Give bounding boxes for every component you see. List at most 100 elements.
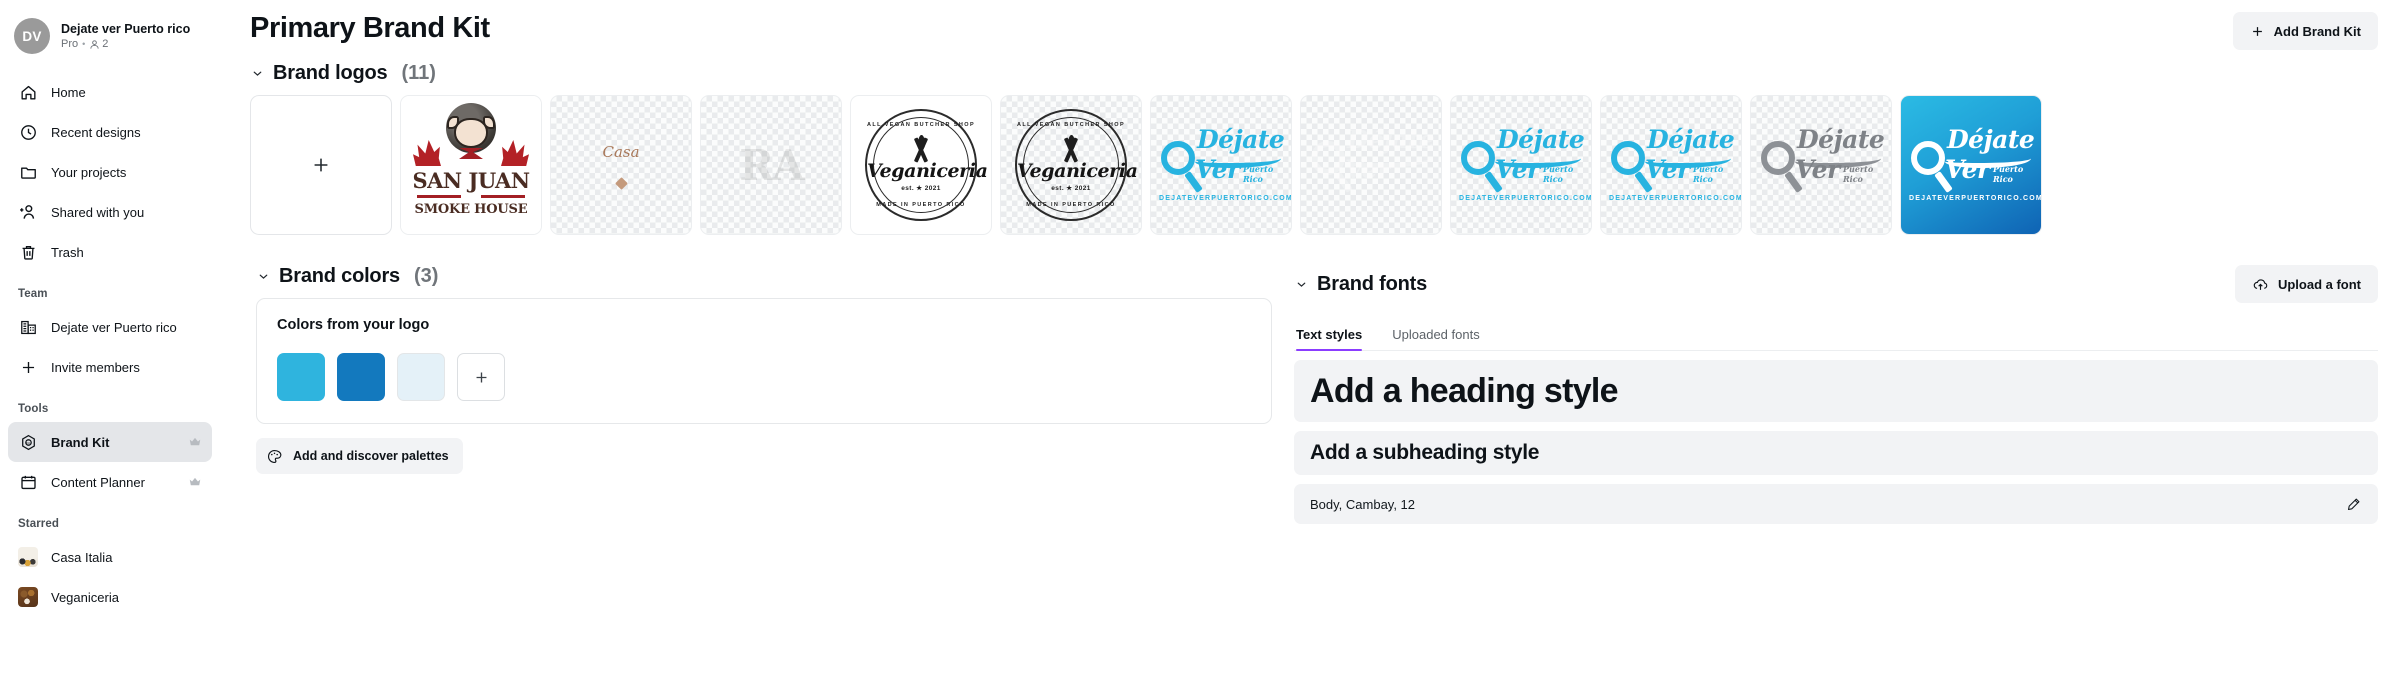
calendar-icon [18,472,38,492]
add-color-button[interactable] [457,353,505,401]
body-style-row[interactable]: Body, Cambay, 12 [1294,484,2378,524]
sidebar-item-shared-with-you[interactable]: Shared with you [8,192,212,232]
sidebar-item-content-planner[interactable]: Content Planner [8,462,212,502]
person-icon [89,39,100,50]
chevron-down-icon[interactable] [1294,277,1308,291]
crossed-knives-icon [1049,135,1093,163]
magnifier-icon [1761,141,1795,175]
website-url: DEJATEVERPUERTORICO.COM [1909,195,2042,202]
subheading-style-row[interactable]: Add a subheading style [1294,431,2378,475]
logo-tile-dejate-ver-faded[interactable]: Déjate Ver [1300,95,1442,235]
logo-tile-casa-italia-script[interactable]: Casa [550,95,692,235]
sidebar-item-team-dejate-ver[interactable]: Dejate ver Puerto rico [8,307,212,347]
sidebar-item-label: Trash [51,244,84,260]
color-swatch-3[interactable] [397,353,445,401]
seal-est-text: est. ★ 2021 [1051,185,1091,192]
sidebar-item-brand-kit[interactable]: co. Brand Kit [8,422,212,462]
clock-icon [18,122,38,142]
sidebar-item-label: Home [51,84,86,100]
website-url: DEJATEVERPUERTORICO.COM [1609,195,1742,202]
palette-icon [266,448,283,465]
logo-tile-dejate-ver-blue-2[interactable]: Déjate Ver Puerto Rico DEJATEVERPUERTORI… [1600,95,1742,235]
dejate-wordmark: Déjate [1497,125,1585,154]
dejate-wordmark: Déjate [1947,125,2035,154]
puerto-rico-tagline: Puerto Rico [1243,164,1274,184]
shared-users-icon [18,202,38,222]
sidebar-item-casa-italia[interactable]: Casa Italia [8,537,212,577]
heading-style-label: Add a heading style [1310,371,1619,410]
add-brand-kit-button[interactable]: Add Brand Kit [2232,12,2378,50]
svg-text:co.: co. [26,440,30,444]
brand-colors-count: (3) [413,265,439,287]
sidebar-item-invite-members[interactable]: Invite members [8,347,212,387]
plus-icon [18,357,38,377]
sidebar: DV Dejate ver Puerto rico Pro • 2 Home R… [0,0,220,700]
dejate-ver-logo-art: Déjate Ver Puerto Rico DEJATEVERPUERTORI… [1451,96,1591,234]
logo-tile-dejate-ver-blue-1[interactable]: Déjate Ver Puerto Rico DEJATEVERPUERTORI… [1450,95,1592,235]
dejate-ver-logo-art: Déjate Ver Puerto Rico DEJATEVERPUERTORI… [1151,96,1291,234]
body-style-label: Body, Cambay, 12 [1310,496,1416,512]
seal-bottom-text: MADE IN PUERTO RICO [876,202,966,208]
add-discover-palettes-label: Add and discover palettes [293,449,449,463]
seal-bottom-text: MADE IN PUERTO RICO [1026,202,1116,208]
logo-tile-dejate-ver-silver[interactable]: Déjate Ver Puerto Rico [1750,95,1892,235]
veganiceria-seal-art: ALL VEGAN BUTCHER SHOP Veganiceria est. … [1001,96,1141,234]
ver-wordmark: Ver [1345,155,1390,184]
heading-style-row[interactable]: Add a heading style [1294,360,2378,422]
san-juan-logo-art: SAN JUAN SMOKE HOUSE [401,96,541,234]
dejate-wordmark: Déjate [1647,125,1735,154]
website-url: DEJATEVERPUERTORICO.COM [1459,195,1592,202]
tab-uploaded-fonts[interactable]: Uploaded fonts [1392,327,1479,351]
add-discover-palettes-button[interactable]: Add and discover palettes [256,438,463,474]
plus-icon [2250,24,2265,39]
crown-icon [187,435,202,450]
lower-sections: Brand colors (3) Colors from your logo A… [232,235,2400,524]
chevron-down-icon[interactable] [250,67,264,81]
upload-font-button[interactable]: Upload a font [2234,265,2378,303]
color-swatch-2[interactable] [337,353,385,401]
chevron-down-icon[interactable] [256,270,270,284]
sidebar-item-veganiceria[interactable]: Veganiceria [8,577,212,617]
color-swatch-1[interactable] [277,353,325,401]
logo-tile-san-juan-smoke-house[interactable]: SAN JUAN SMOKE HOUSE [400,95,542,235]
brand-logos-title: Brand logos [273,62,388,84]
brand-fonts-title: Brand fonts [1317,272,1428,295]
sidebar-item-home[interactable]: Home [8,72,212,112]
sidebar-item-your-projects[interactable]: Your projects [8,152,212,192]
magnifier-icon [1611,141,1645,175]
fonts-tabs: Text styles Uploaded fonts [1296,327,2378,351]
seal-ring: ALL VEGAN BUTCHER SHOP Veganiceria est. … [1015,109,1138,221]
meta-separator: • [82,39,86,49]
dejate-ver-mark: Déjate Ver Puerto Rico DEJATEVERPUERTORI… [1609,119,1742,211]
tab-text-styles[interactable]: Text styles [1296,327,1363,351]
logo-tile-faded-logo-a[interactable]: RA [700,95,842,235]
subheading-style-label: Add a subheading style [1310,441,1540,464]
plan-label: Pro [61,38,79,50]
magnifier-icon [1161,141,1195,175]
magnifier-icon [1461,141,1495,175]
sidebar-item-trash[interactable]: Trash [8,232,212,272]
colors-panel: Colors from your logo [256,298,1272,424]
logo-tile-dejate-ver-gradient[interactable]: Déjate Ver Puerto Rico DEJATEVERPUERTORI… [1900,95,2042,235]
dejate-ver-mark: Déjate Ver Puerto Rico DEJATEVERPUERTORI… [1459,119,1592,211]
cloud-upload-icon [2252,276,2269,293]
dejate-ver-logo-art: Déjate Ver Puerto Rico DEJATEVERPUERTORI… [1901,96,2041,234]
avatar: DV [14,18,50,54]
brand-kit-icon: co. [18,432,38,452]
sidebar-item-label: Invite members [51,359,140,375]
diamond-ornament [614,176,628,190]
member-count-group: 2 [89,38,108,50]
add-logo-tile[interactable] [250,95,392,235]
home-icon [18,82,38,102]
seal-top-text: ALL VEGAN BUTCHER SHOP [1017,122,1126,128]
sidebar-item-recent-designs[interactable]: Recent designs [8,112,212,152]
pencil-icon[interactable] [2345,496,2362,513]
magnifier-icon [1911,141,1945,175]
smoke-house-wordmark: SMOKE HOUSE [414,202,528,217]
logo-tile-dejate-ver-cyan[interactable]: Déjate Ver Puerto Rico DEJATEVERPUERTORI… [1150,95,1292,235]
sidebar-item-label: Casa Italia [51,549,113,565]
logo-tile-veganiceria-white[interactable]: ALL VEGAN BUTCHER SHOP Veganiceria est. … [850,95,992,235]
account-profile[interactable]: DV Dejate ver Puerto rico Pro • 2 [0,12,220,72]
pig-face-shape [454,118,488,148]
logo-tile-veganiceria-transparent[interactable]: ALL VEGAN BUTCHER SHOP Veganiceria est. … [1000,95,1142,235]
